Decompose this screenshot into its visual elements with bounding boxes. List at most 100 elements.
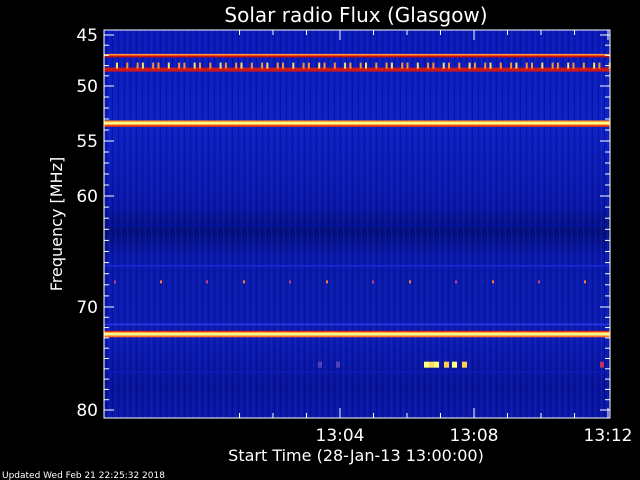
burst-mark [499, 62, 502, 69]
burst-mark [473, 62, 476, 69]
burst-mark [282, 62, 284, 69]
burst-block [434, 361, 439, 368]
burst-mark [209, 62, 212, 69]
burst-mark [538, 280, 540, 284]
burst-mark [276, 62, 279, 69]
burst-mark [240, 62, 243, 69]
burst-block [600, 361, 604, 368]
burst-mark [333, 62, 336, 69]
burst-mark [359, 62, 362, 69]
burst-block [429, 361, 434, 368]
burst-mark [406, 62, 409, 69]
burst-mark [598, 62, 601, 69]
burst-mark [160, 280, 162, 284]
faint-band [104, 370, 610, 373]
burst-mark [219, 62, 222, 69]
burst-mark [556, 62, 559, 69]
emission-band [104, 125, 610, 127]
x-axis-label: Start Time (28-Jan-13 13:00:00) [228, 446, 484, 465]
burst-mark [323, 62, 326, 69]
burst-mark [432, 62, 435, 69]
burst-mark [427, 62, 430, 69]
burst-block [424, 361, 429, 368]
y-tick-label: 60 [76, 187, 98, 207]
burst-mark [531, 62, 533, 69]
burst-mark [344, 62, 347, 69]
burst-mark [116, 62, 118, 69]
spectrogram-chart: Solar radio Flux (Glasgow) 455055607080 … [2, 3, 633, 480]
burst-mark [458, 62, 461, 69]
burst-mark [468, 62, 471, 69]
burst-mark [448, 62, 450, 69]
y-axis-label: Frequency [MHz] [47, 157, 66, 291]
faint-band [104, 223, 610, 226]
x-tick-label: 13:08 [450, 426, 499, 446]
burst-mark [390, 62, 393, 69]
burst-mark [375, 62, 378, 69]
burst-mark [183, 62, 186, 69]
burst-mark [318, 62, 321, 69]
burst-mark [243, 280, 245, 284]
burst-mark [126, 62, 129, 69]
burst-block [462, 361, 467, 368]
burst-mark [193, 62, 196, 69]
burst-mark [224, 62, 227, 69]
y-tick-label: 70 [76, 298, 98, 318]
burst-mark [302, 62, 305, 69]
burst-mark [492, 280, 494, 284]
burst-mark [206, 280, 208, 284]
burst-mark [455, 280, 457, 284]
y-tick-label: 55 [76, 132, 98, 152]
burst-mark [307, 62, 310, 69]
emission-band [104, 335, 610, 338]
burst-mark [141, 62, 144, 69]
y-tick-label: 80 [76, 401, 98, 421]
y-tick-label: 45 [76, 26, 98, 46]
burst-mark [401, 62, 404, 69]
burst-mark [292, 62, 295, 69]
burst-block [452, 361, 457, 368]
burst-block [336, 361, 340, 368]
burst-mark [489, 62, 492, 69]
x-tick-label: 13:12 [584, 426, 633, 446]
burst-mark [593, 62, 596, 69]
burst-mark [584, 280, 586, 284]
burst-mark [551, 62, 554, 69]
burst-mark [385, 62, 388, 69]
burst-mark [409, 280, 411, 284]
updated-timestamp: Updated Wed Feb 21 22:25:32 2018 [2, 471, 165, 480]
burst-mark [567, 62, 570, 69]
burst-mark [572, 62, 575, 69]
burst-mark [416, 62, 419, 69]
emission-band [104, 55, 610, 58]
burst-mark [114, 280, 116, 284]
burst-block [318, 361, 322, 368]
faint-band [104, 264, 610, 267]
burst-mark [235, 62, 238, 69]
burst-mark [157, 62, 160, 69]
burst-mark [289, 280, 291, 284]
burst-block [444, 361, 449, 368]
burst-mark [541, 62, 544, 69]
burst-mark [199, 62, 201, 69]
burst-mark [167, 62, 170, 69]
burst-mark [484, 62, 487, 69]
burst-mark [582, 62, 585, 69]
chart-title: Solar radio Flux (Glasgow) [224, 3, 487, 27]
burst-mark [442, 62, 445, 69]
burst-mark [365, 62, 367, 69]
x-tick-label: 13:04 [316, 426, 365, 446]
burst-mark [349, 62, 352, 69]
burst-mark [326, 280, 328, 284]
y-tick-label: 50 [76, 77, 98, 97]
burst-mark [510, 62, 513, 69]
burst-mark [178, 62, 181, 69]
burst-mark [152, 62, 155, 69]
burst-mark [250, 62, 253, 69]
burst-mark [515, 62, 518, 69]
burst-mark [261, 62, 264, 69]
burst-mark [372, 280, 374, 284]
burst-mark [136, 62, 139, 69]
faint-band [104, 323, 610, 326]
burst-mark [266, 62, 269, 69]
